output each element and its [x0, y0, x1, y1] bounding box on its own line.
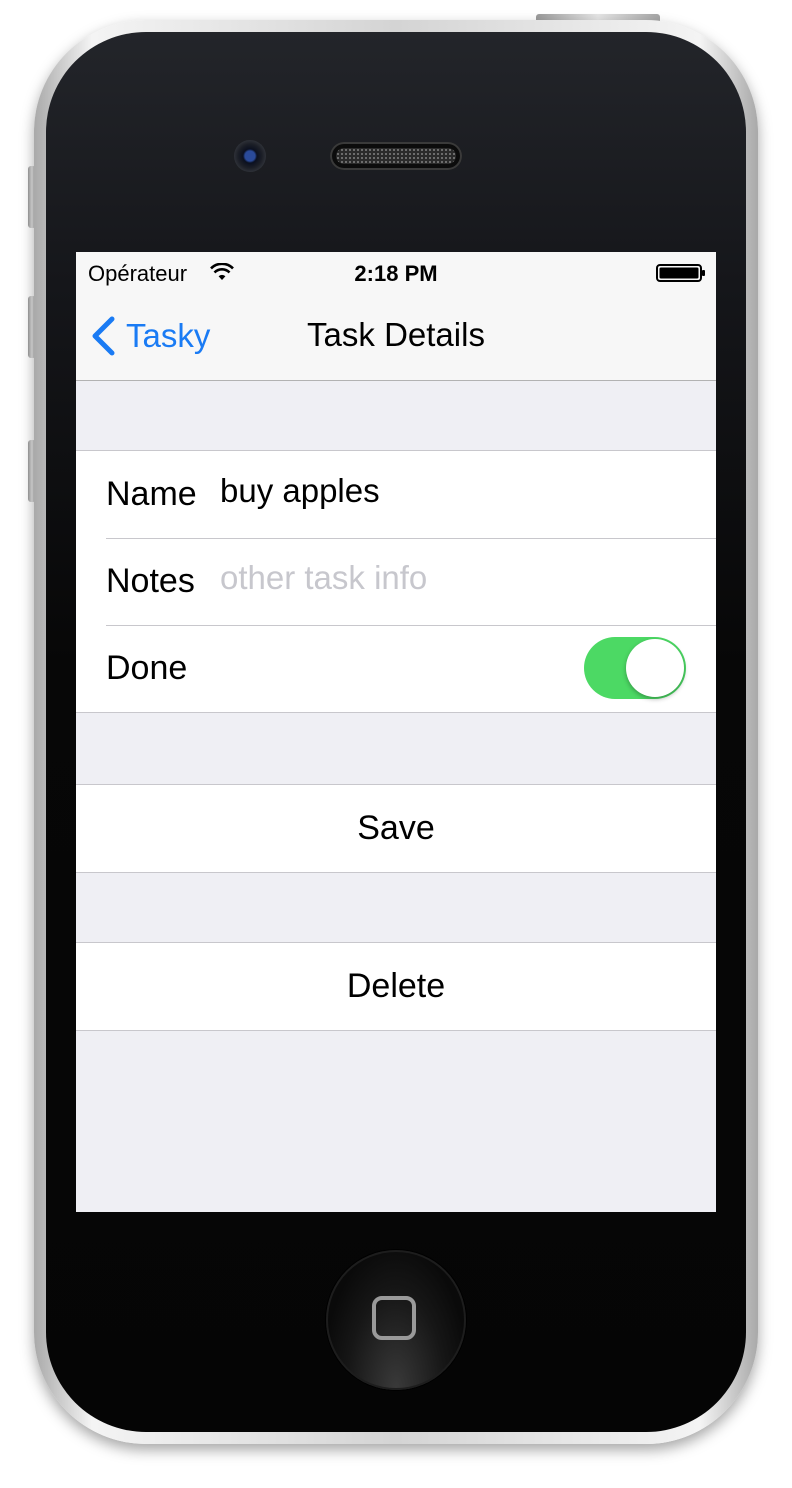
- app-screen: Opérateur 2:18 PM Tasky Task Details Nam…: [76, 252, 716, 1212]
- done-toggle-knob: [626, 639, 684, 697]
- done-toggle[interactable]: [584, 637, 686, 699]
- delete-section: Delete: [76, 942, 716, 1031]
- done-label: Done: [106, 649, 188, 687]
- task-form-section: Name Notes Done: [76, 450, 716, 713]
- notes-row: Notes: [76, 538, 716, 625]
- name-field[interactable]: [220, 467, 680, 515]
- navigation-bar: Tasky Task Details: [76, 292, 716, 381]
- notes-label: Notes: [106, 562, 195, 600]
- earpiece-speaker: [330, 142, 462, 170]
- battery-icon: [656, 264, 705, 282]
- save-section: Save: [76, 784, 716, 873]
- name-row: Name: [76, 451, 716, 538]
- status-time: 2:18 PM: [354, 261, 438, 286]
- delete-button[interactable]: Delete: [76, 943, 716, 1030]
- name-label: Name: [106, 475, 197, 513]
- front-camera: [234, 140, 266, 172]
- status-bar: Opérateur 2:18 PM: [76, 252, 716, 292]
- save-button[interactable]: Save: [76, 785, 716, 872]
- done-row: Done: [76, 625, 716, 712]
- notes-field[interactable]: [220, 554, 680, 602]
- page-title: Task Details: [307, 316, 485, 353]
- home-button[interactable]: [326, 1250, 466, 1390]
- home-button-icon: [372, 1296, 416, 1340]
